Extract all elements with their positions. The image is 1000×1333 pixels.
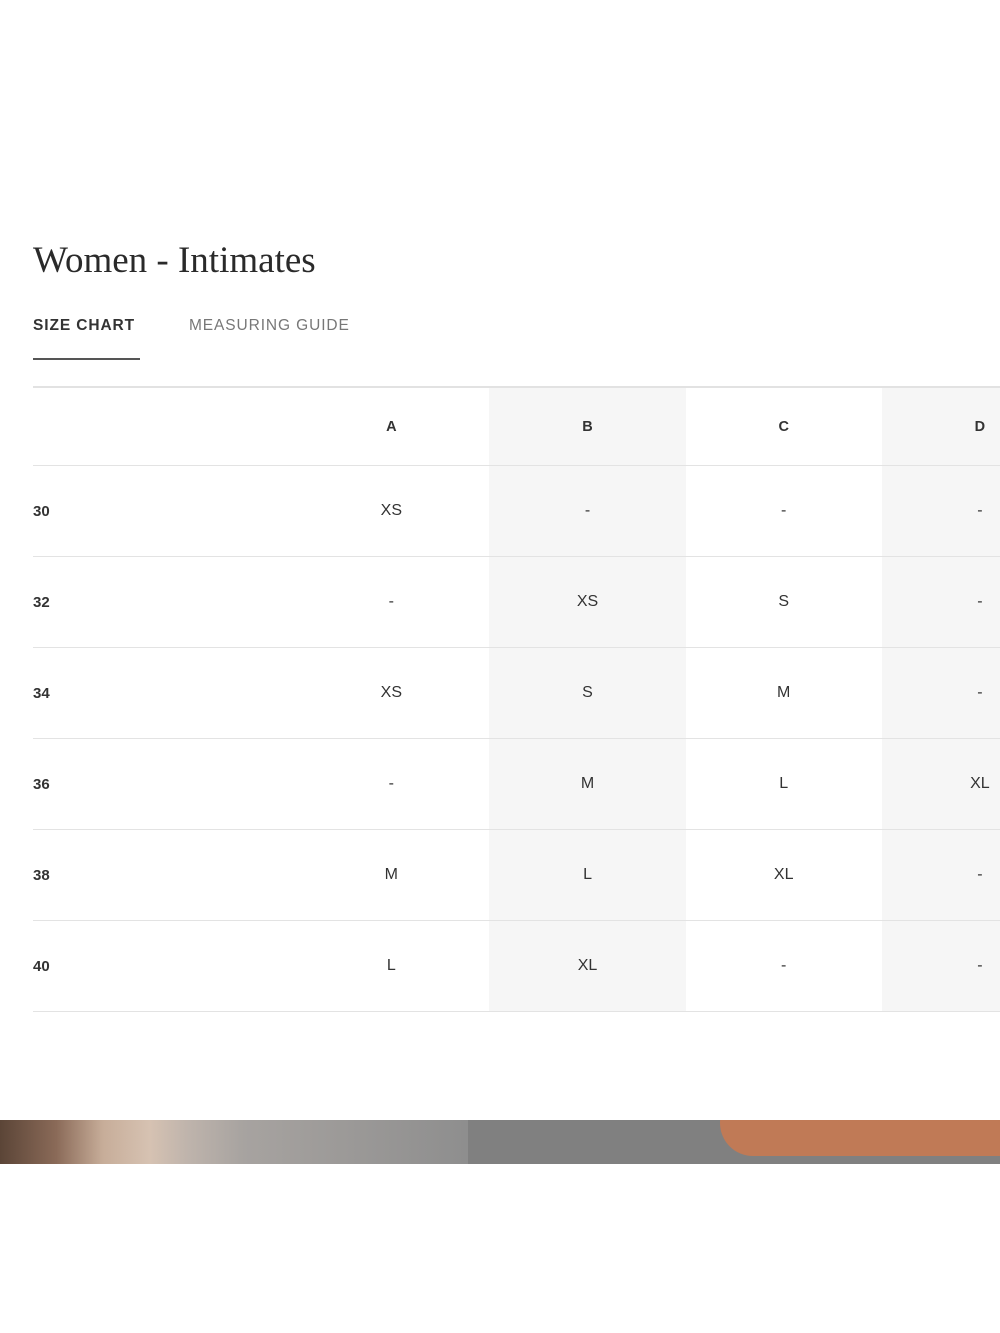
size-chart-modal: Women - Intimates SIZE CHART MEASURING G… [0,200,1000,1120]
header-band [33,388,294,466]
background-photo-model [0,1120,468,1164]
table-row: 40 L XL - - [33,920,1000,1012]
table-row: 32 - XS S - [33,556,1000,648]
band-size-cell: 32 [33,556,294,648]
background-product-images [0,1120,1000,1164]
size-cell: XL [685,829,882,921]
band-size-cell: 40 [33,920,294,1012]
size-cell: M [489,738,686,830]
size-cell: - [881,465,1000,557]
tab-measuring-guide[interactable]: MEASURING GUIDE [189,314,350,358]
header-cup-a: A [293,388,490,466]
background-fabric-swatch [720,1120,1000,1156]
size-cell: - [489,465,686,557]
tab-size-chart[interactable]: SIZE CHART [33,314,140,360]
header-cup-b: B [489,388,686,466]
size-cell: - [881,829,1000,921]
header-cup-c: C [685,388,882,466]
table-row: 34 XS S M - [33,647,1000,739]
size-cell: XS [489,556,686,648]
size-table-container[interactable]: A B C D 30 XS - - - 32 - XS S - 34 XS S … [33,386,1000,1015]
tab-bar: SIZE CHART MEASURING GUIDE [33,314,433,360]
band-size-cell: 36 [33,738,294,830]
size-cell: - [881,920,1000,1012]
size-cell: L [293,920,490,1012]
band-size-cell: 38 [33,829,294,921]
band-size-cell: 30 [33,465,294,557]
size-table: A B C D 30 XS - - - 32 - XS S - 34 XS S … [33,388,1000,1012]
table-row: 30 XS - - - [33,465,1000,557]
size-cell: M [685,647,882,739]
size-cell: S [489,647,686,739]
table-row: 36 - M L XL [33,738,1000,830]
size-cell: - [293,556,490,648]
table-header-row: A B C D [33,388,1000,466]
band-size-cell: 34 [33,647,294,739]
size-cell: XS [293,647,490,739]
size-cell: - [685,920,882,1012]
size-cell: L [685,738,882,830]
size-cell: XL [881,738,1000,830]
size-cell: XL [489,920,686,1012]
table-row: 38 M L XL - [33,829,1000,921]
modal-title: Women - Intimates [33,240,316,281]
size-cell: XS [293,465,490,557]
size-cell: M [293,829,490,921]
size-cell: L [489,829,686,921]
size-cell: - [293,738,490,830]
size-cell: - [881,556,1000,648]
size-cell: - [881,647,1000,739]
size-cell: - [685,465,882,557]
size-cell: S [685,556,882,648]
header-cup-d: D [881,388,1000,466]
